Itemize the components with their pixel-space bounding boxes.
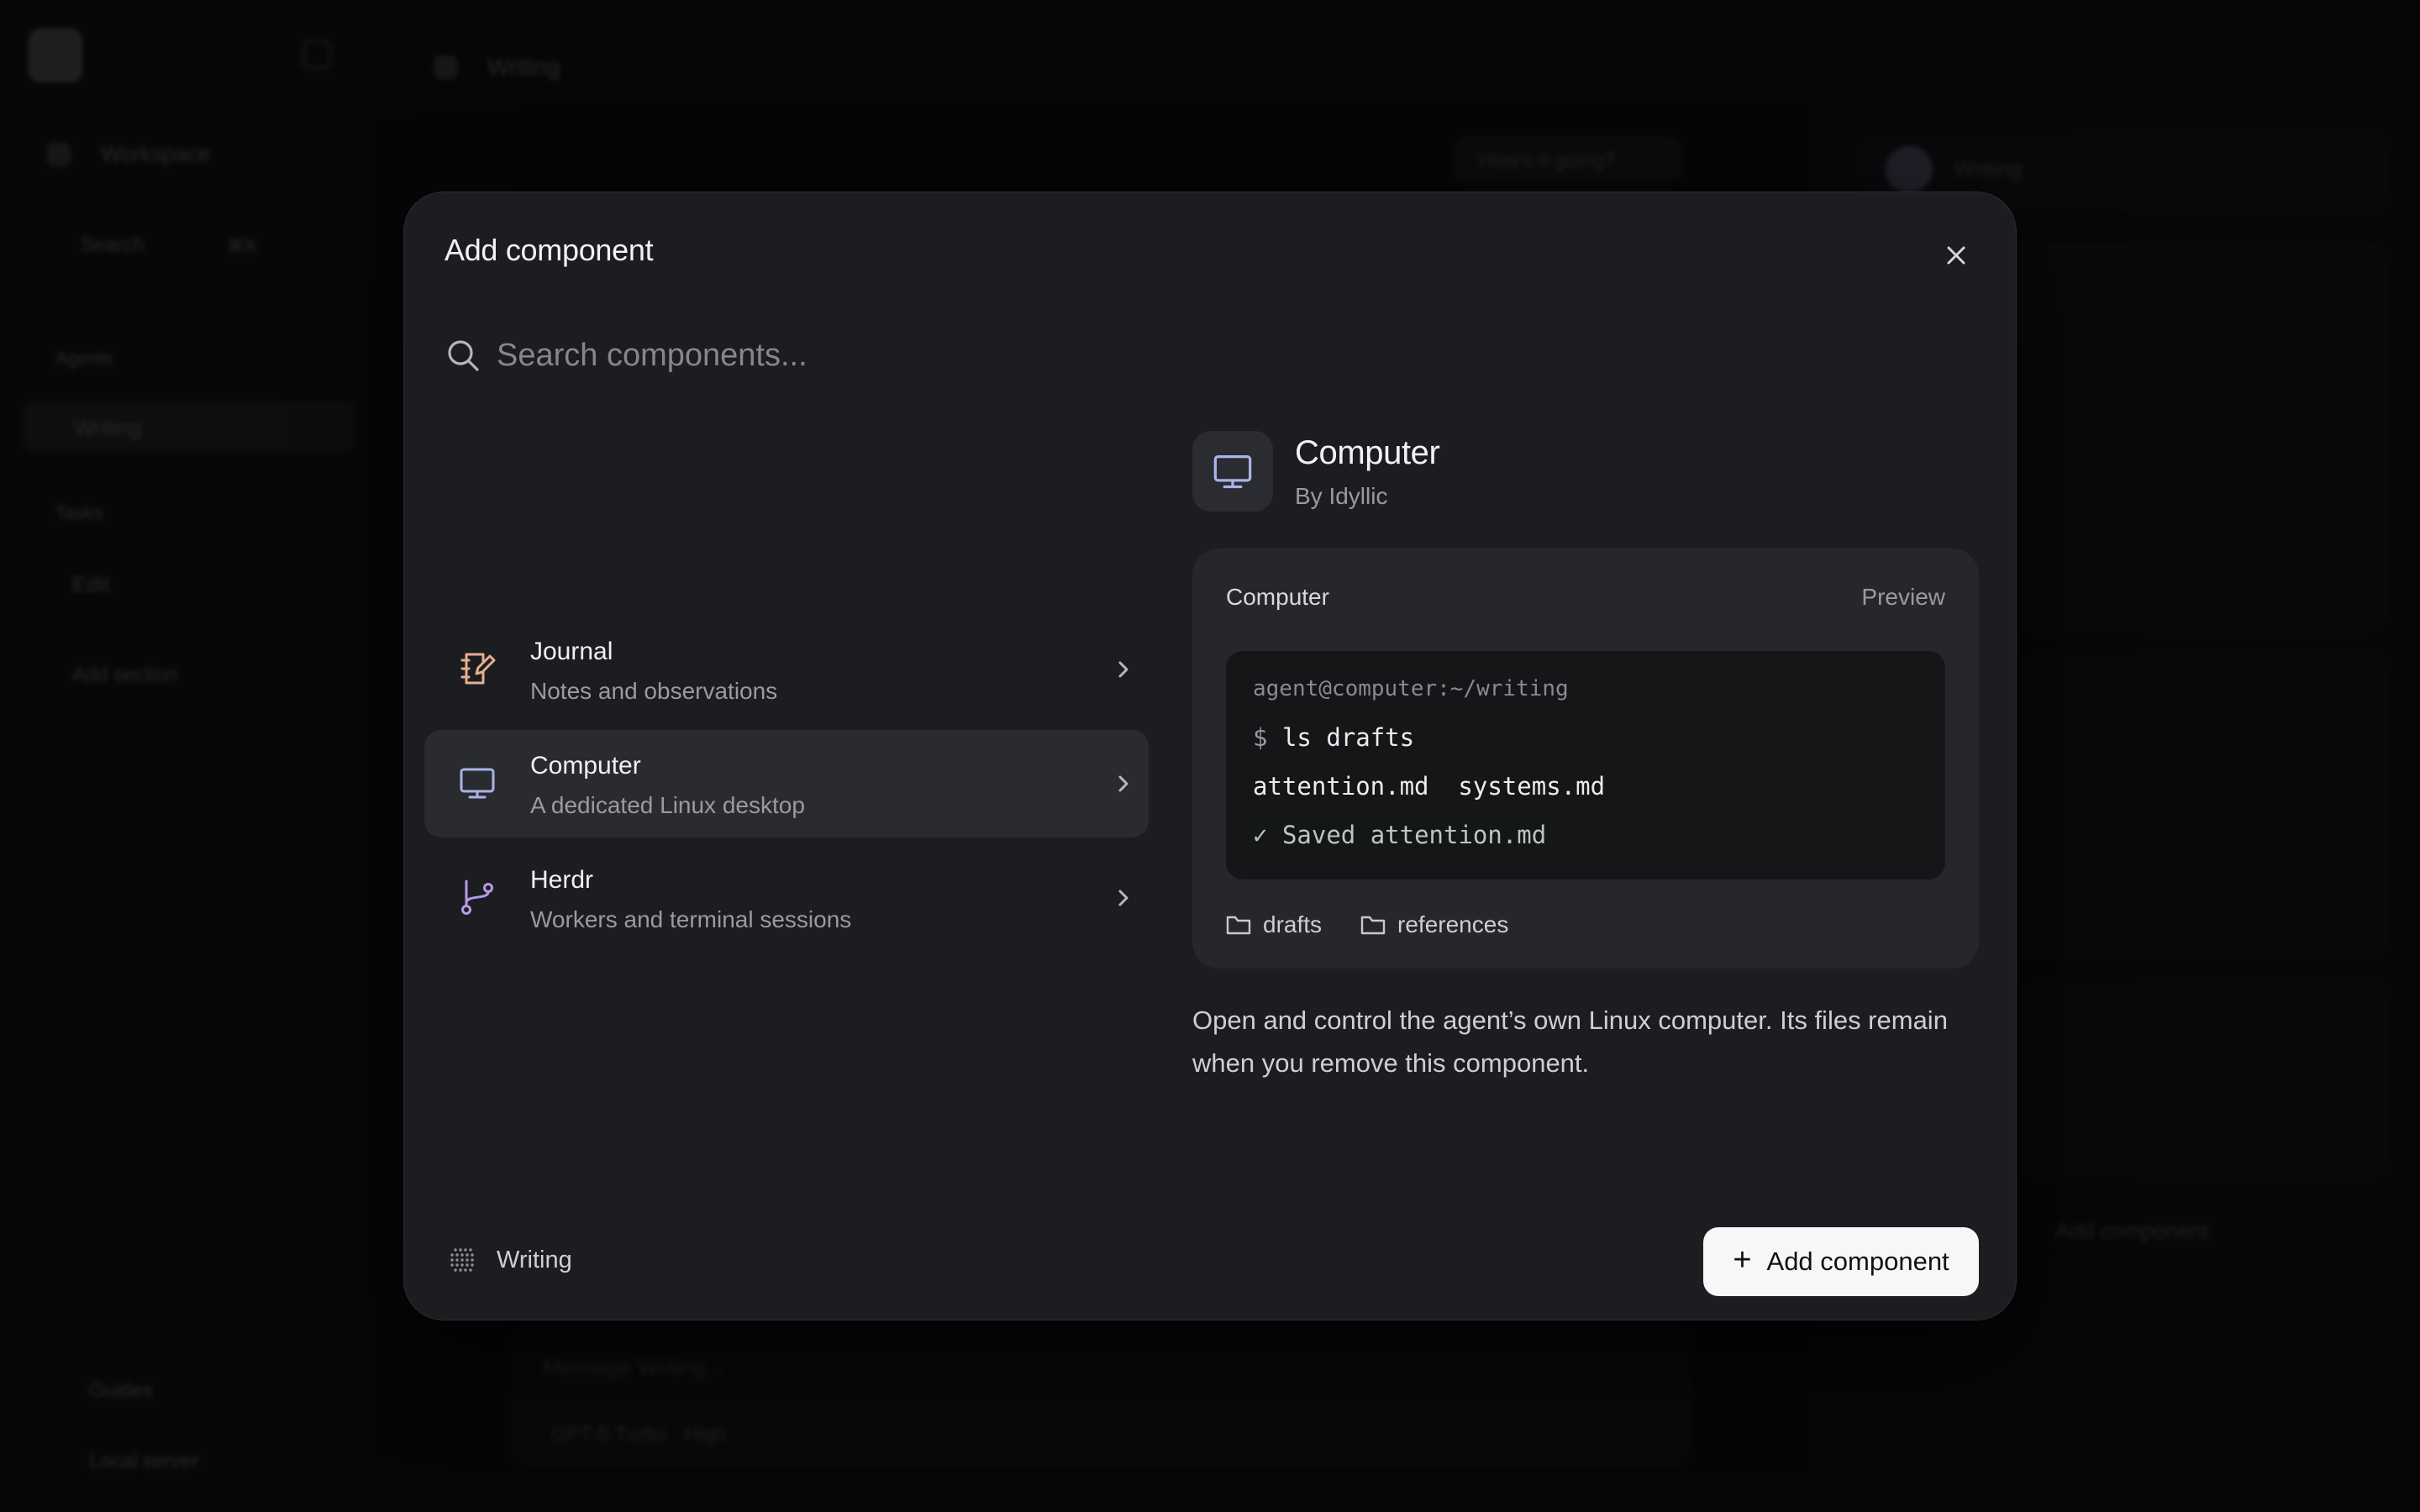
add-component-button[interactable]: + Add component bbox=[1703, 1227, 1979, 1296]
component-item-journal[interactable]: Journal Notes and observations bbox=[424, 616, 1149, 723]
workspace-grid-icon bbox=[450, 1248, 474, 1272]
add-component-dialog: Add component Journal Notes and observat… bbox=[403, 192, 2017, 1320]
folder-item: references bbox=[1360, 910, 1508, 940]
chevron-right-icon bbox=[1118, 775, 1128, 792]
terminal-command-text: ls drafts bbox=[1281, 723, 1415, 752]
check-icon: ✓ bbox=[1253, 821, 1268, 849]
branch-icon bbox=[461, 879, 493, 915]
search-input[interactable] bbox=[497, 330, 1757, 381]
detail-icon-box bbox=[1192, 431, 1273, 512]
terminal-status: ✓ Saved attention.md bbox=[1253, 821, 1546, 849]
component-title: Computer bbox=[530, 752, 641, 780]
add-component-label: Add component bbox=[1766, 1247, 1949, 1276]
terminal-output: attention.md systems.md bbox=[1253, 772, 1606, 801]
component-title: Journal bbox=[530, 638, 613, 665]
preview-label: Computer bbox=[1226, 584, 1329, 610]
terminal-status-text: Saved attention.md bbox=[1281, 821, 1547, 849]
workspace-indicator: Writing bbox=[446, 1244, 572, 1276]
folder-icon bbox=[1360, 916, 1386, 935]
component-item-computer[interactable]: Computer A dedicated Linux desktop bbox=[424, 730, 1149, 837]
folder-name: drafts bbox=[1263, 911, 1323, 937]
component-description: Notes and observations bbox=[530, 678, 778, 704]
terminal-prompt: agent@computer:~/writing bbox=[1253, 676, 1569, 701]
component-item-herdr[interactable]: Herdr Workers and terminal sessions bbox=[424, 844, 1149, 952]
component-search bbox=[445, 330, 1977, 431]
search-icon bbox=[448, 340, 479, 371]
preview-card: Computer Preview agent@computer:~/writin… bbox=[1192, 549, 1979, 969]
detail-description: Open and control the agent’s own Linux c… bbox=[1192, 1005, 1948, 1078]
chevron-right-icon bbox=[1118, 661, 1128, 678]
journal-icon bbox=[460, 653, 496, 685]
folder-name: references bbox=[1397, 911, 1509, 937]
monitor-icon bbox=[1213, 454, 1252, 489]
component-title: Herdr bbox=[530, 866, 594, 894]
component-list: Journal Notes and observations Computer … bbox=[424, 616, 1149, 958]
plus-icon: + bbox=[1733, 1242, 1752, 1278]
preview-tag: Preview bbox=[1861, 584, 1945, 610]
folder-item: drafts bbox=[1226, 910, 1322, 940]
dialog-title: Add component bbox=[445, 233, 654, 267]
component-description: Workers and terminal sessions bbox=[530, 906, 852, 932]
close-button[interactable] bbox=[1935, 234, 1977, 276]
detail-name: Computer bbox=[1295, 434, 1440, 471]
folder-icon bbox=[1226, 916, 1251, 935]
detail-author: By Idyllic bbox=[1295, 483, 1388, 509]
terminal-dollar: $ bbox=[1253, 723, 1268, 752]
terminal-preview: agent@computer:~/writing $ ls drafts att… bbox=[1226, 651, 1945, 879]
component-description: A dedicated Linux desktop bbox=[530, 792, 805, 818]
workspace-name: Writing bbox=[497, 1246, 572, 1273]
close-icon bbox=[1947, 246, 1965, 265]
folder-list: drafts references bbox=[1226, 910, 1508, 940]
chevron-right-icon bbox=[1118, 890, 1128, 906]
terminal-command: $ ls drafts bbox=[1253, 723, 1414, 752]
monitor-icon bbox=[460, 768, 495, 799]
